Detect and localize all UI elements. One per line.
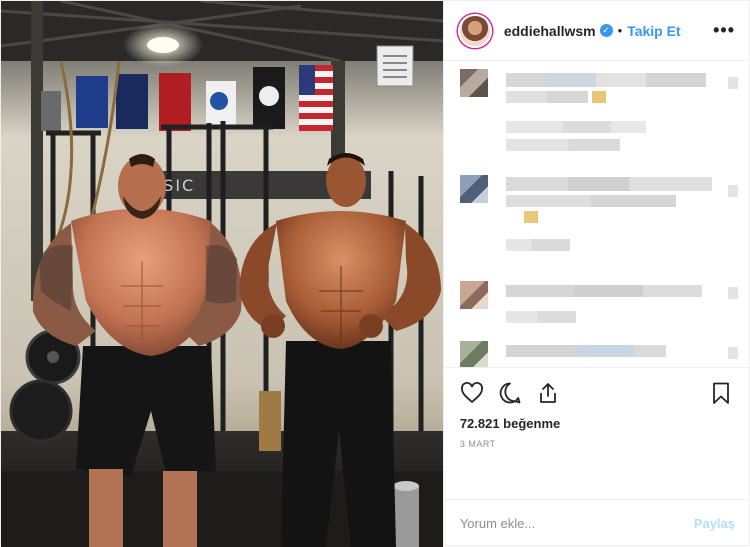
blurred-heart-icon[interactable] [727, 77, 738, 89]
avatar[interactable] [459, 341, 488, 367]
blurred-meta-text [505, 239, 570, 251]
more-options-icon[interactable]: ••• [713, 20, 735, 41]
blurred-meta-text [505, 121, 646, 133]
heart-icon[interactable] [460, 381, 484, 405]
avatar[interactable] [459, 69, 488, 97]
blurred-heart-icon[interactable] [727, 185, 738, 197]
separator-dot: • [617, 23, 623, 38]
blurred-comment-text [505, 91, 588, 103]
avatar[interactable] [459, 281, 488, 309]
post-actions: 72.821 beğenme 3 MART [443, 367, 749, 499]
action-bar [460, 378, 733, 408]
verified-badge-icon: ✓ [599, 24, 613, 37]
share-upload-icon[interactable] [536, 381, 560, 405]
username-link[interactable]: eddiehallwsm [504, 23, 596, 39]
blurred-comment-text [505, 195, 676, 207]
follow-button[interactable]: Takip Et [627, 23, 680, 39]
instagram-post: SSIC eddiehallwsm ✓ • Takip Et ••• 72.82… [0, 0, 750, 547]
gym-photo: SSIC [1, 1, 443, 547]
post-date[interactable]: 3 MART [460, 439, 733, 449]
post-photo[interactable]: SSIC [1, 1, 443, 547]
blurred-meta-text [505, 139, 620, 151]
avatar[interactable] [459, 175, 488, 203]
blurred-comment-text [505, 345, 666, 357]
blurred-emoji [523, 211, 538, 223]
post-side-panel: eddiehallwsm ✓ • Takip Et ••• 72.821 beğ… [442, 1, 749, 547]
blurred-heart-icon[interactable] [727, 287, 738, 299]
blurred-emoji [591, 91, 606, 103]
post-header: eddiehallwsm ✓ • Takip Et ••• [443, 1, 749, 61]
comment-form: Paylaş [443, 499, 749, 547]
blurred-heart-icon[interactable] [727, 347, 738, 359]
bookmark-icon[interactable] [709, 381, 733, 405]
blurred-comment-text [505, 177, 712, 191]
comments-list [444, 61, 749, 367]
likes-count[interactable]: 72.821 beğenme [460, 416, 733, 431]
comment-input[interactable] [459, 516, 694, 531]
comment-bubble-icon[interactable] [498, 381, 522, 405]
blurred-comment-text [505, 73, 706, 87]
avatar[interactable] [457, 13, 492, 48]
blurred-meta-text [505, 311, 576, 323]
post-comment-button[interactable]: Paylaş [694, 516, 735, 531]
blurred-comment-text [505, 285, 702, 297]
